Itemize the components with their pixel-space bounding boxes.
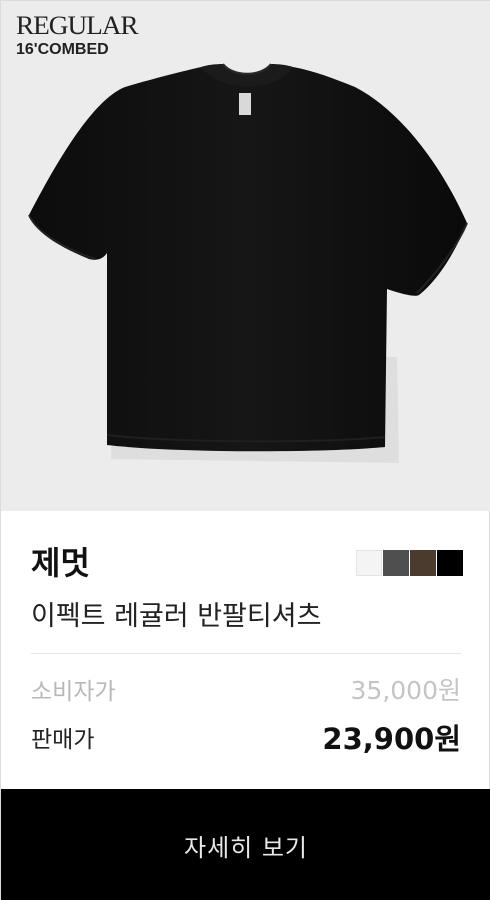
sale-price-row: 판매가 23,900원 [31, 716, 461, 758]
brand-badge-subtitle: 16'COMBED [16, 41, 109, 58]
color-swatch-black[interactable] [437, 550, 463, 576]
sale-price-label: 판매가 [31, 727, 95, 753]
brand-badge-title: REGULAR [16, 11, 139, 40]
color-swatch-charcoal[interactable] [383, 550, 409, 576]
sale-price-value: 23,900원 [322, 722, 461, 756]
brand-badge: REGULAR 16'COMBED [16, 13, 139, 59]
product-name[interactable]: 이펙트 레귤러 반팔티셔츠 [31, 599, 321, 635]
divider [31, 653, 461, 654]
color-swatch-brown[interactable] [410, 550, 436, 576]
product-brand: 제멋 [31, 544, 90, 582]
msrp-label: 소비자가 [31, 679, 116, 705]
view-details-button[interactable]: 자세히 보기 [1, 789, 490, 900]
msrp-row: 소비자가 35,000원 [31, 671, 461, 707]
color-swatch-white[interactable] [356, 550, 382, 576]
product-image-area[interactable]: REGULAR 16'COMBED [1, 1, 490, 511]
product-card: REGULAR 16'COMBED 제멋 이펙트 레귤러 반팔티셔츠 소비자가 … [0, 0, 490, 900]
view-details-label: 자세히 보기 [183, 833, 309, 862]
black-tshirt-icon [28, 63, 468, 463]
msrp-value: 35,000원 [350, 676, 461, 705]
color-swatches [355, 550, 463, 576]
